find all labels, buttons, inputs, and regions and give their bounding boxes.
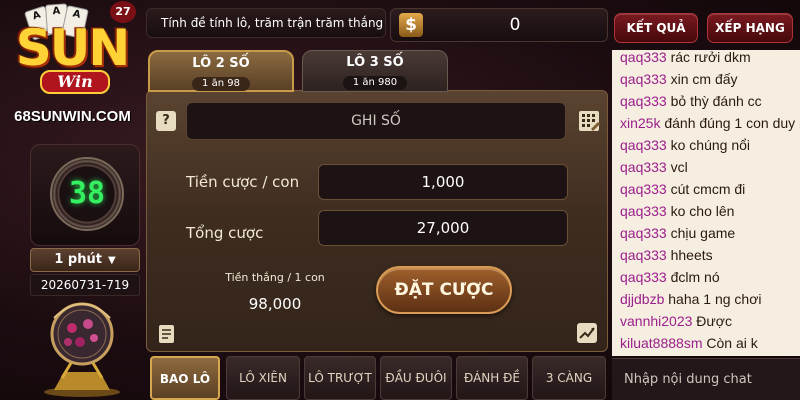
chat-text: đánh đúng 1 con duy n [660,115,800,131]
bet-per-number-input[interactable]: 1,000 [318,164,568,200]
dollar-icon: $ [399,13,423,37]
chat-username[interactable]: djjdbzb [620,291,664,307]
tab-odds: 1 ăn 980 [342,76,408,90]
chat-message: qaq333 đclm nó [620,266,800,288]
chat-panel[interactable]: qaq333 rác rưởi dkm qaq333 xin cm đấy qa… [612,50,800,356]
tab-odds: 1 ăn 98 [192,77,250,91]
chat-username[interactable]: qaq333 [620,269,667,285]
chat-username[interactable]: qaq333 [620,247,667,263]
chat-text: rác rưởi dkm [666,50,751,65]
chat-text: bỏ thỳ đánh cc [666,93,762,109]
number-input[interactable]: GHI SỐ [186,102,566,140]
help-icon[interactable]: ? [156,111,176,131]
chat-text: chịu game [666,225,736,241]
chat-username[interactable]: qaq333 [620,203,667,219]
chat-text: vcl [666,159,688,175]
chat-message: vannhi2023 Được [620,310,800,332]
chat-username[interactable]: qaq333 [620,159,667,175]
chat-text: Còn ai k [702,335,758,351]
bet-type-tabs: BAO LÔ LÔ XIÊN LÔ TRƯỢT ĐẦU ĐUÔI ĐÁNH ĐỀ… [146,356,608,400]
chat-message: qaq333 rác rưởi dkm [620,50,800,68]
chat-username[interactable]: vannhi2023 [620,313,692,329]
chat-username[interactable]: qaq333 [620,71,667,87]
caret-down-icon: ▼ [107,255,116,266]
tab-title: LÔ 3 SỐ [346,55,404,70]
chat-text: ko cho lên [666,203,735,219]
session-id: 20260731-719 [30,274,140,296]
bet-type-bao-lo[interactable]: BAO LÔ [150,356,220,400]
logo-script-text: Win [40,70,110,94]
chat-username[interactable]: qaq333 [620,50,667,65]
chat-message: qaq333 hheets [620,244,800,266]
chat-message: qaq333 ko cho lên [620,200,800,222]
chat-username[interactable]: qaq333 [620,181,667,197]
logo-brand-text: SUN [15,19,130,77]
chat-username[interactable]: kiluat8888sm [620,335,703,351]
chat-input[interactable]: Nhập nội dung chat [612,358,800,400]
chat-text: đclm nó [666,269,720,285]
bet-type-danh-de[interactable]: ĐÁNH ĐỀ [456,356,528,400]
slogan-bar: Tính đề tính lô, trăm trận trăm thắng [146,8,386,38]
tab-title: LÔ 2 SỐ [192,56,250,71]
notes-icon[interactable] [158,324,176,344]
ranking-button[interactable]: XẾP HẠNG [707,13,793,43]
tab-lo-3-so[interactable]: LÔ 3 SỐ 1 ăn 980 [302,50,448,92]
trend-chart-icon[interactable] [576,322,598,344]
total-bet-value: 27,000 [318,210,568,246]
bet-type-lo-truot[interactable]: LÔ TRƯỢT [304,356,376,400]
chat-text: hheets [666,247,713,263]
chat-message: qaq333 chịu game [620,222,800,244]
balance-value: 0 [509,15,521,35]
chat-username[interactable]: qaq333 [620,93,667,109]
chat-username[interactable]: xin25k [620,115,660,131]
lottery-globe-icon [44,302,120,397]
result-button[interactable]: KẾT QUẢ [614,13,698,43]
chat-message: qaq333 xin cm đấy [620,68,800,90]
win-per-number-label: Tiền thắng / 1 con [225,271,325,284]
chat-message: qaq333 bỏ thỳ đánh cc [620,90,800,112]
countdown-value: 38 [68,176,106,211]
period-select-value: 1 phút [54,252,102,267]
chat-username[interactable]: qaq333 [620,137,667,153]
chat-text: Được [692,313,732,329]
chat-username[interactable]: qaq333 [620,225,667,241]
total-bet-label: Tổng cược [186,224,264,242]
period-select[interactable]: 1 phút ▼ [30,248,140,272]
number-grid-icon[interactable] [578,110,600,132]
chat-message: kiluat8888sm Còn ai k [620,332,800,354]
chat-text: ko chúng nổi [666,137,751,153]
bet-type-lo-xien[interactable]: LÔ XIÊN [226,356,300,400]
win-per-number-value: 98,000 [248,295,302,313]
place-bet-button[interactable]: ĐẶT CƯỢC [376,266,512,314]
logo-domain: 68SUNWIN.COM [14,108,131,125]
chat-message: qaq333 ko chúng nổi [620,134,800,156]
chat-message: djjdbzb haha 1 ng chơi [620,288,800,310]
bet-type-3-cang[interactable]: 3 CÀNG [532,356,606,400]
chat-message: qaq333 vcl [620,156,800,178]
bet-per-number-label: Tiền cược / con [186,173,300,191]
chat-text: xin cm đấy [666,71,738,87]
tab-lo-2-so[interactable]: LÔ 2 SỐ 1 ăn 98 [148,50,294,92]
chat-text: haha 1 ng chơi [664,291,762,307]
bet-type-dau-duoi[interactable]: ĐẦU ĐUÔI [380,356,452,400]
chat-text: cút cmcm đi [666,181,746,197]
chat-message: qaq333 cút cmcm đi [620,178,800,200]
chat-message: xin25k đánh đúng 1 con duy n [620,112,800,134]
